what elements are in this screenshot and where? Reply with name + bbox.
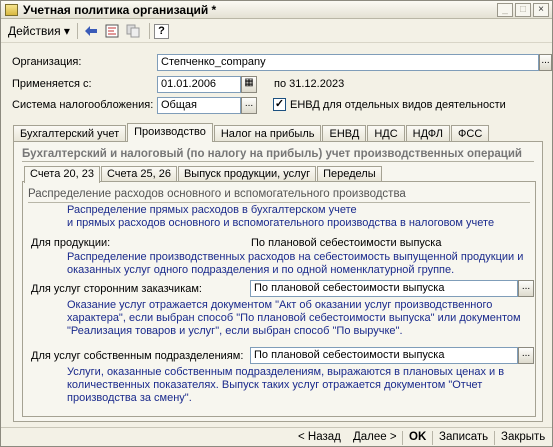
own-services-label: Для услуг собственным подразделениям:	[31, 350, 244, 362]
organization-select-button[interactable]: ...	[539, 54, 552, 71]
products-note-line1: Распределение производственных расходов …	[67, 251, 524, 263]
external-note-line2: характера", если выбран способ "По плано…	[67, 312, 521, 324]
tax-system-field[interactable]: Общая	[157, 97, 241, 114]
intro-note-line2: и прямых расходов основного и вспомогате…	[67, 217, 495, 229]
tab-envd[interactable]: ЕНВД	[322, 125, 367, 142]
tax-system-select-button[interactable]: ...	[241, 97, 257, 114]
production-panel: Бухгалтерский и налоговый (по налогу на …	[13, 141, 543, 422]
subtab-accounts-20-23[interactable]: Счета 20, 23	[24, 166, 100, 183]
own-note-line3: производства за смену".	[67, 392, 192, 404]
tab-ndfl[interactable]: НДФЛ	[405, 125, 451, 142]
products-note-line2: оказанных услуг одного подразделения и п…	[67, 264, 455, 276]
calendar-icon[interactable]: ▦	[241, 76, 257, 93]
copy-icon[interactable]	[124, 22, 142, 40]
subtab-redistributions[interactable]: Переделы	[317, 166, 382, 182]
organization-label: Организация:	[12, 56, 82, 68]
applies-to-text: по 31.12.2023	[274, 78, 345, 90]
tab-fss[interactable]: ФСС	[451, 125, 490, 142]
tab-vat[interactable]: НДС	[367, 125, 405, 142]
tab-production[interactable]: Производство	[127, 123, 213, 142]
tab-accounting[interactable]: Бухгалтерский учет	[13, 125, 127, 142]
actions-menu[interactable]: Действия ▾	[5, 23, 73, 39]
products-label: Для продукции:	[31, 237, 111, 249]
tab-profit-tax[interactable]: Налог на прибыль	[213, 125, 322, 142]
close-window-button[interactable]: ×	[533, 3, 549, 17]
subtab-accounts-25-26[interactable]: Счета 25, 26	[100, 166, 177, 182]
organization-field[interactable]: Степченко_company	[157, 54, 539, 71]
envd-checkbox[interactable]: ✓	[273, 98, 286, 111]
accounts-20-23-panel: Распределение расходов основного и вспом…	[22, 181, 536, 417]
document-icon	[5, 3, 18, 16]
main-tabs: Бухгалтерский учет Производство Налог на…	[13, 123, 490, 142]
intro-note-line1: Распределение прямых расходов в бухгалте…	[67, 204, 357, 216]
policy-window: Учетная политика организаций * _ □ × Дей…	[0, 0, 553, 447]
own-note-line2: количественных показателях. Выпуск таких…	[67, 379, 483, 391]
products-value: По плановой себестоимости выпуска	[251, 237, 442, 249]
ok-button[interactable]: OK	[409, 431, 426, 443]
external-note-line1: Оказание услуг отражается документом "Ак…	[67, 299, 493, 311]
panel-heading: Бухгалтерский и налоговый (по налогу на …	[22, 148, 522, 160]
own-services-select-button[interactable]: ...	[518, 347, 534, 364]
minimize-button[interactable]: _	[497, 3, 513, 17]
external-note-line3: "Реализация товаров и услуг", если выбра…	[67, 325, 403, 337]
own-note-line1: Услуги, оказанные собственным подразделе…	[67, 366, 505, 378]
back-button[interactable]: < Назад	[298, 431, 341, 443]
structure-icon[interactable]	[103, 22, 121, 40]
toolbar: Действия ▾ ?	[1, 20, 552, 43]
envd-label: ЕНВД для отдельных видов деятельности	[290, 99, 506, 111]
own-services-field[interactable]: По плановой себестоимости выпуска	[250, 347, 518, 364]
title-bar: Учетная политика организаций * _ □ ×	[1, 1, 552, 19]
sub-tabs: Счета 20, 23 Счета 25, 26 Выпуск продукц…	[24, 166, 383, 183]
arrow-left-icon[interactable]	[82, 22, 100, 40]
tax-system-label: Система налогообложения:	[12, 99, 154, 111]
next-button[interactable]: Далее >	[353, 431, 397, 443]
applies-from-label: Применяется с:	[12, 78, 92, 90]
section-heading: Распределение расходов основного и вспом…	[28, 188, 406, 200]
external-services-label: Для услуг сторонним заказчикам:	[31, 283, 202, 295]
footer-bar: < Назад Далее > OK Записать Закрыть	[1, 427, 552, 446]
help-button[interactable]: ?	[153, 23, 169, 39]
close-button[interactable]: Закрыть	[501, 431, 545, 443]
external-services-select-button[interactable]: ...	[518, 280, 534, 297]
applies-from-date-field[interactable]: 01.01.2006	[157, 76, 241, 93]
window-title: Учетная политика организаций *	[23, 2, 217, 17]
save-button[interactable]: Записать	[439, 431, 488, 443]
maximize-button[interactable]: □	[515, 3, 531, 17]
subtab-output[interactable]: Выпуск продукции, услуг	[177, 166, 317, 182]
external-services-field[interactable]: По плановой себестоимости выпуска	[250, 280, 518, 297]
